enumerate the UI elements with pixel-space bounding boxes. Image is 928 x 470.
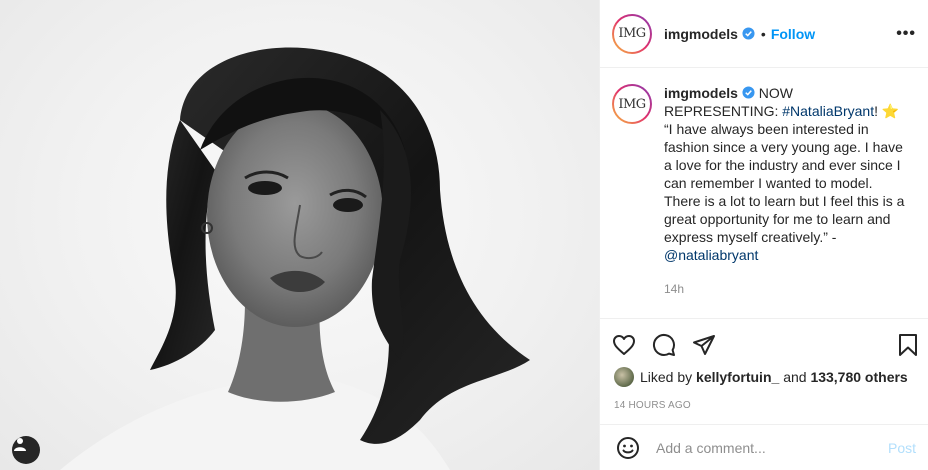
caption-avatar[interactable]: IMG (612, 84, 652, 124)
separator-dot: • (760, 25, 766, 42)
caption-quote: “I have always been interested in fashio… (664, 121, 905, 245)
post-comment-button[interactable]: Post (888, 440, 916, 456)
author-username[interactable]: imgmodels (664, 26, 738, 42)
action-bar (612, 328, 920, 362)
follow-button[interactable]: Follow (771, 26, 815, 42)
caption-body: imgmodels NOW REPRESENTING: #NataliaBrya… (664, 84, 908, 318)
verified-badge-icon (742, 27, 755, 40)
comment-button[interactable] (652, 333, 676, 357)
avatar-ring: IMG (614, 86, 650, 122)
avatar-logo-text: IMG (618, 26, 646, 41)
user-tag-button[interactable] (12, 436, 40, 464)
avatar-logo-text: IMG (618, 96, 646, 112)
star-emoji: ⭐ (881, 103, 900, 119)
post-sidebar: IMG imgmodels • Follow ••• IMG imgmodels… (599, 0, 928, 470)
comment-form: Post (600, 424, 928, 470)
more-options-icon[interactable]: ••• (896, 25, 916, 42)
emoji-icon (617, 436, 639, 459)
avatar-ring: IMG (614, 15, 650, 52)
emoji-button[interactable] (616, 436, 640, 460)
portrait-image (60, 47, 530, 470)
verified-badge-icon (742, 86, 755, 99)
heart-icon (613, 335, 635, 355)
post-photo[interactable] (0, 0, 599, 470)
share-icon (693, 335, 715, 355)
post-age[interactable]: 14 HOURS AGO (614, 400, 691, 411)
hashtag-suffix: ! (874, 103, 878, 119)
share-button[interactable] (692, 333, 716, 357)
save-button[interactable] (896, 333, 920, 357)
caption-section: IMG imgmodels NOW REPRESENTING: #Natalia… (600, 68, 928, 319)
likes-middle: and (783, 369, 807, 385)
liker-username[interactable]: kellyfortuin_ (696, 369, 779, 385)
likes-summary: Liked by kellyfortuin_ and 133,780 other… (614, 367, 908, 387)
caption-username[interactable]: imgmodels (664, 85, 738, 101)
likes-count[interactable]: 133,780 others (810, 369, 907, 385)
post-header: IMG imgmodels • Follow ••• (600, 0, 928, 68)
caption-text: imgmodels NOW REPRESENTING: #NataliaBrya… (664, 84, 908, 264)
user-tag-icon (14, 438, 26, 451)
like-button[interactable] (612, 333, 636, 357)
hashtag-link[interactable]: #NataliaBryant (782, 103, 874, 119)
likes-prefix: Liked by (640, 369, 693, 385)
save-icon (899, 334, 917, 356)
author-avatar[interactable]: IMG (612, 13, 652, 54)
liker-avatar[interactable] (614, 367, 634, 387)
mention-link[interactable]: @nataliabryant (664, 247, 758, 263)
caption-timestamp[interactable]: 14h (664, 282, 908, 296)
comment-icon (652, 333, 675, 356)
comment-input[interactable] (656, 439, 888, 456)
